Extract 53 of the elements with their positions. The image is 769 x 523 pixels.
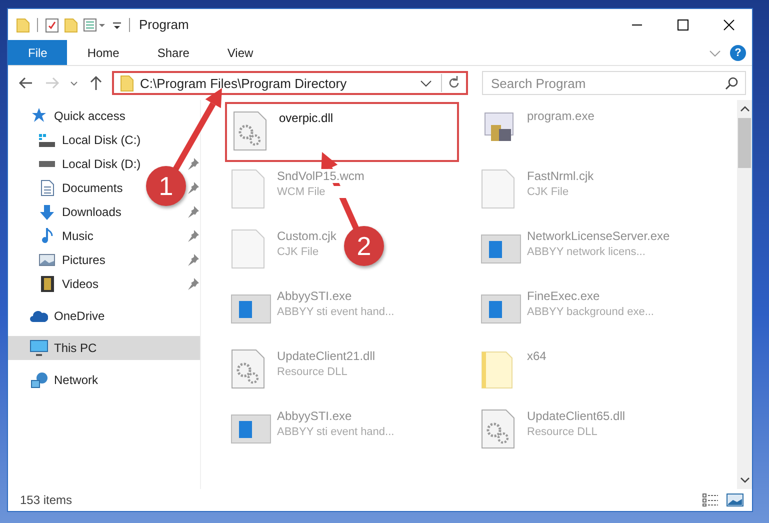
scrollbar[interactable] (737, 100, 752, 489)
drive-icon (39, 161, 55, 167)
pin-icon[interactable] (186, 254, 199, 266)
sidebar-item[interactable]: Local Disk (C:) (62, 133, 141, 147)
sidebar-item[interactable]: OneDrive (54, 309, 105, 323)
item-count: 153 items (20, 493, 72, 507)
music-note-icon (42, 228, 52, 244)
sidebar-item[interactable]: Network (54, 373, 98, 387)
checklist-icon[interactable] (45, 16, 59, 32)
thumbnail-view-icon[interactable] (726, 493, 744, 507)
file-type: ABBYY sti event hand... (277, 426, 394, 438)
file-name: overpic.dll (279, 111, 334, 125)
file-type: ABBYY sti event hand... (277, 306, 394, 318)
monitor-icon (30, 340, 48, 356)
ribbon-tab[interactable]: View (209, 40, 272, 65)
ribbon-tab[interactable]: Share (139, 40, 208, 65)
scrollbar-thumb[interactable] (738, 118, 751, 168)
properties-icon[interactable] (83, 16, 107, 32)
drive-icon (39, 134, 55, 146)
window-title: Program (139, 17, 189, 32)
download-arrow-icon (40, 204, 54, 220)
details-view-icon[interactable] (702, 493, 720, 507)
cloud-icon (30, 310, 48, 322)
pin-icon[interactable] (186, 182, 199, 194)
pin-icon[interactable] (186, 278, 199, 290)
file-type: ABBYY background exe... (527, 306, 654, 318)
sidebar-item[interactable]: Videos (62, 277, 98, 291)
folder-icon[interactable] (16, 16, 30, 32)
sidebar-item[interactable]: Pictures (62, 253, 106, 267)
folder-icon (120, 74, 134, 92)
sidebar-item[interactable]: Local Disk (D:) (62, 157, 141, 171)
search-box[interactable]: Search Program (482, 71, 746, 95)
sidebar-item[interactable]: Music (62, 229, 94, 243)
search-icon (725, 76, 739, 90)
ribbon-tab[interactable]: File (8, 40, 68, 65)
address-path: C:\Program Files\Program Directory (140, 76, 348, 90)
star-icon (30, 108, 48, 124)
film-icon (40, 276, 54, 292)
sidebar-item[interactable]: Quick access (54, 109, 126, 123)
globe-computer-icon (30, 372, 48, 388)
new-folder-icon[interactable] (64, 16, 78, 32)
document-icon (40, 180, 54, 196)
pin-icon[interactable] (187, 158, 199, 170)
ribbon-tab[interactable]: Home (69, 40, 138, 65)
sidebar-item[interactable]: This PC (8, 336, 200, 360)
pin-icon[interactable] (187, 230, 199, 242)
help-button[interactable]: ? (730, 44, 746, 60)
sidebar-item[interactable]: Documents (62, 181, 123, 195)
pin-icon[interactable] (187, 206, 199, 218)
address-bar[interactable]: C:\Program Files\Program Directory (112, 71, 468, 95)
picture-icon (39, 254, 55, 266)
file-item[interactable]: overpic.dll (225, 102, 459, 162)
sidebar-item[interactable]: Downloads (62, 205, 122, 219)
